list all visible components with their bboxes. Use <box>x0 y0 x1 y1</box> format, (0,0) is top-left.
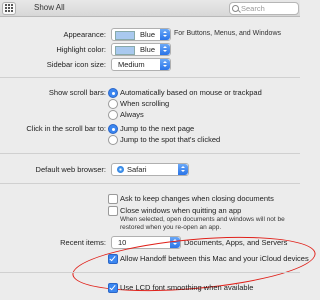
show-all-button[interactable]: Show All <box>34 3 65 12</box>
highlight-label: Highlight color: <box>56 45 106 54</box>
scroll-auto-radio[interactable] <box>108 88 118 98</box>
sidebar-icon-popup[interactable]: Medium <box>111 58 171 71</box>
recent-items-value: 10 <box>118 238 127 247</box>
toolbar: Show All Search <box>0 0 300 17</box>
appearance-value: Blue <box>140 30 156 39</box>
color-swatch <box>115 46 135 55</box>
click-scroll-label: Click in the scroll bar to: <box>26 124 106 133</box>
search-input[interactable]: Search <box>229 2 299 15</box>
close-windows-checkbox[interactable] <box>108 206 118 216</box>
browser-popup[interactable]: Safari <box>111 163 189 176</box>
ask-changes-checkbox[interactable] <box>108 194 118 204</box>
grid-icon <box>5 4 13 12</box>
lcd-smoothing-checkbox[interactable] <box>108 283 118 293</box>
scroll-bars-label: Show scroll bars: <box>48 88 106 97</box>
appearance-note: For Buttons, Menus, and Windows <box>174 30 281 37</box>
close-windows-note: When selected, open documents and window… <box>120 216 285 223</box>
search-icon <box>232 5 239 12</box>
divider <box>0 272 300 273</box>
appearance-label: Appearance: <box>63 30 106 39</box>
scroll-when-scrolling-radio[interactable] <box>108 99 118 109</box>
highlight-value: Blue <box>140 45 156 54</box>
popup-arrows-icon <box>160 29 170 40</box>
divider <box>0 183 300 184</box>
show-all-grid-button[interactable] <box>2 2 16 15</box>
browser-label: Default web browser: <box>35 165 106 174</box>
close-windows-label[interactable]: Close windows when quitting an app <box>120 206 241 215</box>
recent-items-label: Recent items: <box>60 238 106 247</box>
popup-arrows-icon <box>178 164 188 175</box>
ask-changes-label[interactable]: Ask to keep changes when closing documen… <box>120 194 274 203</box>
close-windows-note: restored when you re-open an app. <box>120 224 222 231</box>
scroll-always-radio[interactable] <box>108 110 118 120</box>
jump-next-page-radio[interactable] <box>108 124 118 134</box>
lcd-smoothing-label[interactable]: Use LCD font smoothing when available <box>120 283 253 292</box>
jump-to-spot-label[interactable]: Jump to the spot that's clicked <box>120 135 220 144</box>
popup-arrows-icon <box>160 44 170 55</box>
jump-to-spot-radio[interactable] <box>108 135 118 145</box>
sidebar-icon-value: Medium <box>118 60 145 69</box>
sidebar-icon-label: Sidebar icon size: <box>46 60 106 69</box>
divider <box>0 77 300 78</box>
appearance-popup[interactable]: Blue <box>111 28 171 41</box>
browser-value: Safari <box>127 165 147 174</box>
highlight-popup[interactable]: Blue <box>111 43 171 56</box>
search-placeholder: Search <box>241 4 265 13</box>
popup-arrows-icon <box>160 59 170 70</box>
jump-next-page-label[interactable]: Jump to the next page <box>120 124 194 133</box>
scroll-auto-label[interactable]: Automatically based on mouse or trackpad <box>120 88 262 97</box>
safari-icon <box>117 166 124 173</box>
scroll-always-label[interactable]: Always <box>120 110 144 119</box>
divider <box>0 153 300 154</box>
scroll-when-scrolling-label[interactable]: When scrolling <box>120 99 169 108</box>
color-swatch <box>115 31 135 40</box>
